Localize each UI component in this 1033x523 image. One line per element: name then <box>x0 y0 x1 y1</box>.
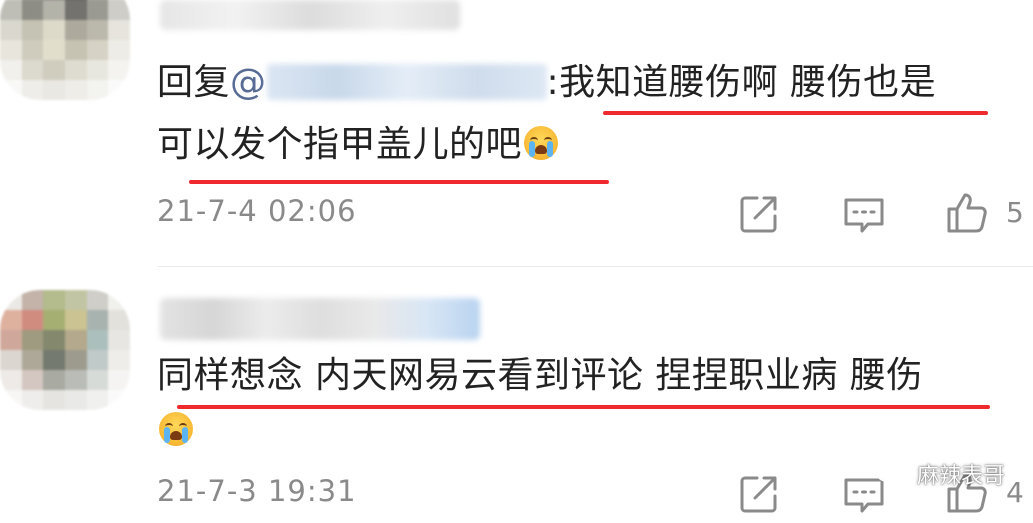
comment-text-line: 可以发个指甲盖儿的吧 <box>157 114 559 176</box>
comment-text-line <box>157 400 193 462</box>
share-icon[interactable] <box>737 472 781 516</box>
share-icon[interactable] <box>737 192 781 236</box>
thumbs-up-icon[interactable] <box>945 471 989 515</box>
comment-timestamp: 21-7-3 19:31 <box>157 474 357 508</box>
like-count: 5 <box>1006 196 1024 229</box>
like-count: 4 <box>1006 476 1024 509</box>
commenter-name[interactable] <box>160 298 480 340</box>
commenter-name[interactable] <box>160 0 460 30</box>
comment-text-line: 回复@ :我知道腰伤啊 腰伤也是 <box>157 52 936 114</box>
comment-body: 同样想念 内天网易云看到评论 捏捏职业病 腰伤 <box>157 355 923 396</box>
comment-timestamp: 21-7-4 02:06 <box>157 194 357 228</box>
comment-body: :我知道腰伤啊 腰伤也是 <box>546 62 937 103</box>
avatar[interactable] <box>0 0 130 100</box>
avatar[interactable] <box>0 290 130 410</box>
comment-body: 可以发个指甲盖儿的吧 <box>157 124 523 165</box>
comment-text-line: 同样想念 内天网易云看到评论 捏捏职业病 腰伤 <box>157 345 923 407</box>
comment-divider <box>157 266 1033 267</box>
comment-icon[interactable] <box>842 194 886 238</box>
mention-at-symbol[interactable]: @ <box>230 62 267 103</box>
thumbs-up-icon[interactable] <box>945 191 989 235</box>
reply-prefix: 回复 <box>157 62 231 103</box>
highlight-underline <box>177 405 990 409</box>
crying-face-icon <box>159 412 193 446</box>
highlight-underline <box>603 111 988 115</box>
highlight-underline <box>189 180 609 184</box>
comment-icon[interactable] <box>842 474 886 518</box>
comment-list: 回复@:我知道腰伤啊 腰伤也是 可以发个指甲盖儿的吧 21-7-4 02:06 … <box>0 0 1033 523</box>
mention-name-blurred[interactable] <box>266 64 547 100</box>
crying-face-icon <box>524 126 559 160</box>
